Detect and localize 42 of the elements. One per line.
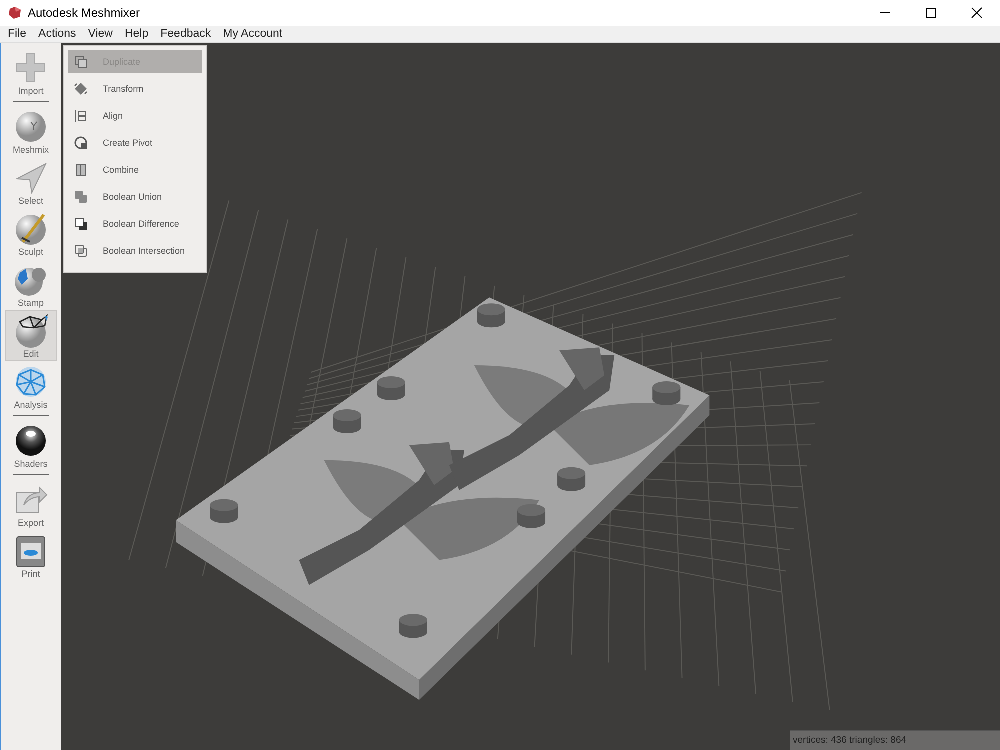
app-logo-icon <box>8 6 22 20</box>
tool-button[interactable]: Sculpt <box>5 208 57 259</box>
menu-item[interactable]: File <box>2 28 33 40</box>
menu-item[interactable]: Align <box>68 104 202 127</box>
window-title: Autodesk Meshmixer <box>28 6 140 20</box>
combine-bars-icon <box>74 162 88 176</box>
menu-item[interactable]: Feedback <box>154 28 218 40</box>
menu-item[interactable]: Help <box>118 28 155 40</box>
tool-button[interactable]: Edit <box>5 310 57 361</box>
plus-icon <box>14 51 48 85</box>
difference-squares-icon <box>74 216 88 230</box>
printer-icon <box>14 534 48 568</box>
intersection-squares-icon <box>74 244 88 258</box>
sphere-face-icon <box>14 110 48 144</box>
pivot-circle-icon <box>74 136 88 150</box>
chrome-sphere-icon <box>14 424 48 458</box>
tool-button[interactable]: Print <box>5 530 57 581</box>
status-text: vertices: 436 triangles: 864 <box>790 730 1000 750</box>
tool-button[interactable]: Analysis <box>5 361 57 412</box>
diamond-icon <box>74 82 88 96</box>
menu-item[interactable]: Boolean Union <box>68 185 202 208</box>
mesh-sphere-icon <box>14 314 48 348</box>
tool-button[interactable]: Stamp <box>5 259 57 310</box>
menu-item[interactable]: Create Pivot <box>68 131 202 154</box>
menu-item[interactable]: Boolean Intersection <box>68 239 202 262</box>
tool-button[interactable]: Import <box>5 47 57 98</box>
union-squares-icon <box>74 190 88 204</box>
menu-item[interactable]: Transform <box>68 77 202 100</box>
menu-item[interactable]: Actions <box>32 28 82 40</box>
menu-item[interactable]: Combine <box>68 158 202 181</box>
align-bars-icon <box>74 108 88 122</box>
pointer-arrow-icon <box>14 161 48 195</box>
tool-button[interactable]: Shaders <box>5 420 57 471</box>
copy-squares-icon <box>74 54 88 68</box>
tool-button[interactable]: Export <box>5 479 57 530</box>
menu-item[interactable]: View <box>82 28 119 40</box>
wireframe-sphere-icon <box>14 365 48 399</box>
tool-button[interactable]: Select <box>5 157 57 208</box>
brush-sphere-icon <box>14 212 48 246</box>
tool-button[interactable]: Meshmix <box>5 106 57 157</box>
menu-item[interactable]: Boolean Difference <box>68 212 202 235</box>
menu-item[interactable]: My Account <box>217 28 289 40</box>
